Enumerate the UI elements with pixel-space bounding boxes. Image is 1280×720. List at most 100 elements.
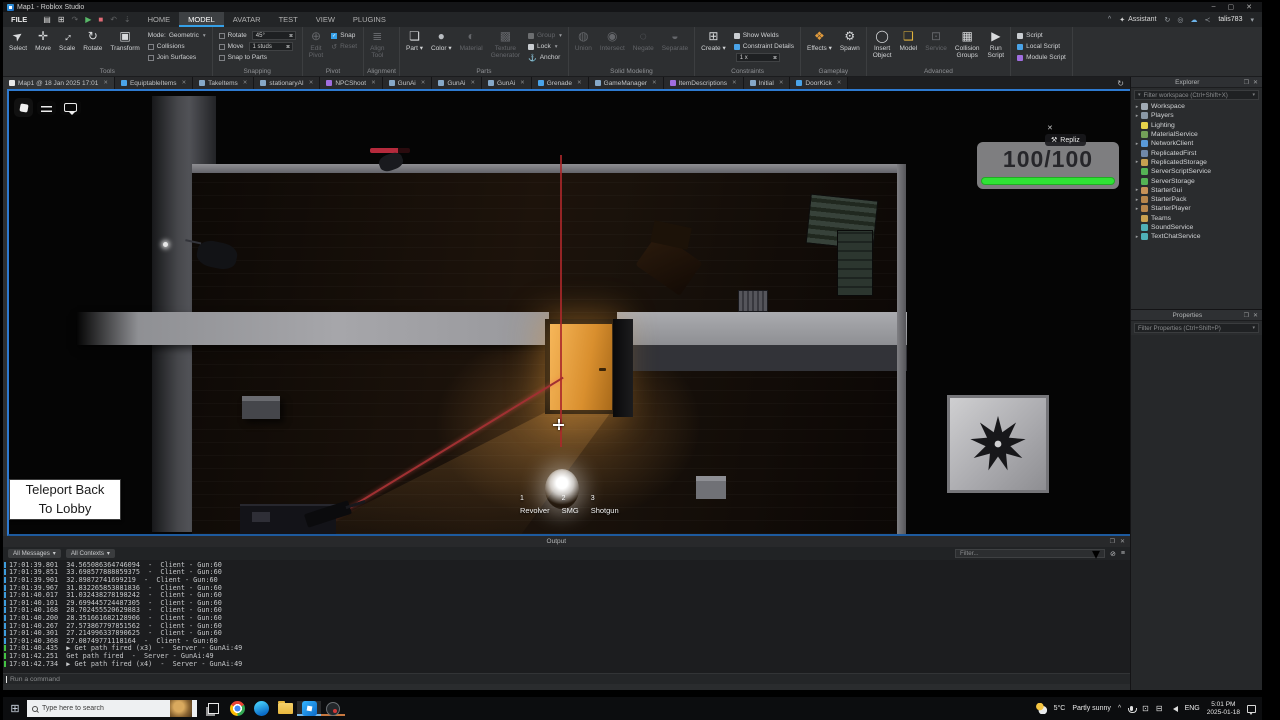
tab-close-icon[interactable]: ✕ — [577, 80, 582, 86]
sync-icon[interactable]: ↻ — [1164, 16, 1170, 24]
expand-chevron-icon[interactable]: ▸ — [1133, 197, 1141, 203]
hotbar-slot-shotgun[interactable]: 3Shotgun — [591, 495, 619, 515]
explorer-item-players[interactable]: ▸Players — [1131, 111, 1262, 120]
explorer-item-teams[interactable]: Teams — [1131, 214, 1262, 223]
tab-close-icon[interactable]: ✕ — [103, 80, 108, 86]
select-tool-button[interactable]: ➤Select — [6, 29, 30, 52]
explorer-popout-icon[interactable]: ❐ — [1244, 79, 1249, 86]
notification-center-icon[interactable] — [1247, 705, 1256, 713]
part-button[interactable]: ❏Part ▾ — [403, 29, 426, 52]
properties-popout-icon[interactable]: ❐ — [1244, 312, 1249, 319]
output-filter-all-messages[interactable]: All Messages▾ — [8, 549, 61, 558]
rotate-snap-checkbox[interactable]: Rotate45° — [219, 31, 296, 40]
output-close-icon[interactable]: ✕ — [1120, 538, 1125, 545]
explorer-filter-box[interactable]: ▾ ▾ — [1134, 90, 1259, 100]
command-bar[interactable] — [3, 673, 1130, 684]
doc-tab-doorkick-12[interactable]: DoorKick✕ — [790, 77, 848, 89]
hamburger-menu-button[interactable] — [37, 101, 56, 115]
explorer-item-soundservice[interactable]: SoundService — [1131, 223, 1262, 232]
command-input[interactable] — [10, 676, 1127, 683]
move-snap-checkbox-stepper[interactable]: 1 studs — [249, 42, 293, 51]
redo-icon[interactable]: ↷ — [72, 15, 79, 24]
constraint-scale-stepper-stepper[interactable]: 1 x — [736, 53, 780, 62]
explorer-item-replicatedfirst[interactable]: ReplicatedFirst — [1131, 148, 1262, 157]
tab-close-icon[interactable]: ✕ — [182, 80, 187, 86]
minimize-button[interactable]: – — [1212, 3, 1216, 11]
taskbar-clock[interactable]: 5:01 PM 2025-01-18 — [1207, 701, 1240, 717]
explorer-item-textchatservice[interactable]: ▸TextChatService — [1131, 232, 1262, 241]
spawn-button[interactable]: ⚙Spawn — [837, 29, 863, 52]
doc-tab-initial-11[interactable]: Initial✕ — [744, 77, 791, 89]
microphone-icon[interactable] — [1130, 706, 1133, 711]
doc-tab-gamemanager-9[interactable]: GameManager✕ — [589, 77, 664, 89]
script-button[interactable]: Script — [1017, 31, 1066, 40]
screenshare-icon[interactable]: ⊡ — [1142, 704, 1149, 713]
chrome-button[interactable] — [225, 701, 249, 716]
collapse-ribbon-icon[interactable]: ^ — [1108, 16, 1111, 23]
tab-close-icon[interactable]: ✕ — [470, 80, 475, 86]
save-icon[interactable]: ⇣ — [124, 15, 131, 24]
insert-object-button[interactable]: ◯Insert Object — [870, 29, 895, 59]
open-file-icon[interactable]: ⊞ — [58, 15, 65, 24]
join-surfaces-checkbox[interactable]: Join Surfaces — [148, 53, 206, 62]
output-filter-all-contexts[interactable]: All Contexts▾ — [66, 549, 115, 558]
move-snap-checkbox[interactable]: Move1 studs — [219, 42, 296, 51]
properties-filter-input[interactable] — [1138, 325, 1249, 332]
hidden-icons-chevron[interactable]: ^ — [1118, 705, 1121, 712]
menu-tab-view[interactable]: VIEW — [307, 12, 344, 27]
expand-chevron-icon[interactable]: ▸ — [1133, 234, 1141, 240]
game-viewport[interactable]: Teleport Back To Lobby 1Revolver2SMG3Sho… — [7, 89, 1130, 536]
edge-button[interactable] — [249, 701, 273, 716]
cloud-icon[interactable]: ☁ — [1190, 16, 1197, 24]
snap-to-parts-checkbox[interactable]: Snap to Parts — [219, 53, 296, 62]
taskbar-search-box[interactable] — [27, 700, 197, 717]
file-menu[interactable]: FILE — [3, 12, 35, 27]
output-popout-icon[interactable]: ❐ — [1110, 538, 1115, 545]
username-menu[interactable]: talis783 — [1218, 16, 1242, 23]
expand-chevron-icon[interactable]: ▸ — [1133, 206, 1141, 212]
display-icon[interactable]: ⊟ — [1156, 704, 1163, 713]
clear-output-icon[interactable]: ⊘ — [1110, 550, 1116, 558]
doc-tab-npcshoot-4[interactable]: NPCShoot✕ — [320, 77, 382, 89]
doc-tab-itemdescriptions-10[interactable]: ItemDescriptions✕ — [664, 77, 744, 89]
mode-dropdown[interactable]: Mode:Geometric▾ — [148, 31, 206, 40]
explorer-filter-input[interactable] — [1144, 92, 1250, 99]
new-file-icon[interactable]: ▤ — [43, 15, 51, 24]
color-button[interactable]: ●Color ▾ — [428, 29, 455, 52]
task-view-button[interactable] — [201, 701, 225, 716]
create-constraint-button[interactable]: ⊞Create ▾ — [698, 29, 729, 52]
explorer-item-networkclient[interactable]: ▸NetworkClient — [1131, 139, 1262, 148]
properties-close-icon[interactable]: ✕ — [1253, 312, 1258, 319]
collision-groups-button[interactable]: ▦Collision Groups — [952, 29, 983, 59]
explorer-item-replicatedstorage[interactable]: ▸ReplicatedStorage — [1131, 158, 1262, 167]
language-indicator[interactable]: ENG — [1185, 705, 1200, 712]
rotate-tool-button[interactable]: ↻Rotate — [80, 29, 105, 52]
expand-chevron-icon[interactable]: ▸ — [1133, 141, 1141, 147]
properties-filter-box[interactable]: ▾ — [1134, 323, 1259, 333]
start-button[interactable]: ⊞ — [3, 702, 27, 715]
weather-icon[interactable] — [1036, 703, 1047, 714]
explorer-item-workspace[interactable]: ▸Workspace — [1131, 102, 1262, 111]
play-icon[interactable]: ▶ — [85, 15, 91, 24]
plugin-close-icon[interactable]: ✕ — [1047, 124, 1053, 132]
explorer-item-lighting[interactable]: Lighting — [1131, 121, 1262, 130]
move-tool-button[interactable]: ✛Move — [32, 29, 54, 52]
tab-close-icon[interactable]: ✕ — [243, 80, 248, 86]
constraint-details-toggle[interactable]: Constraint Details — [734, 42, 794, 51]
doc-tab-takeitems-2[interactable]: TakeItems✕ — [193, 77, 254, 89]
tab-close-icon[interactable]: ✕ — [732, 80, 737, 86]
menu-tab-plugins[interactable]: PLUGINS — [344, 12, 395, 27]
explorer-item-starterpack[interactable]: ▸StarterPack — [1131, 195, 1262, 204]
output-filter-box[interactable]: ▾ — [955, 549, 1105, 558]
expand-chevron-icon[interactable]: ▸ — [1133, 159, 1141, 165]
file-explorer-button[interactable] — [273, 701, 297, 716]
tab-close-icon[interactable]: ✕ — [371, 80, 376, 86]
transform-tool-button[interactable]: ▣Transform — [107, 29, 142, 52]
assistant-button[interactable]: ✦ Assistant — [1119, 16, 1156, 24]
search-highlight-image[interactable] — [170, 700, 192, 717]
model-button[interactable]: ❑Model — [897, 29, 921, 52]
chat-button[interactable] — [60, 100, 81, 115]
explorer-item-serverstorage[interactable]: ServerStorage — [1131, 176, 1262, 185]
expand-chevron-icon[interactable]: ▸ — [1133, 104, 1141, 110]
collisions-checkbox[interactable]: Collisions — [148, 42, 206, 51]
